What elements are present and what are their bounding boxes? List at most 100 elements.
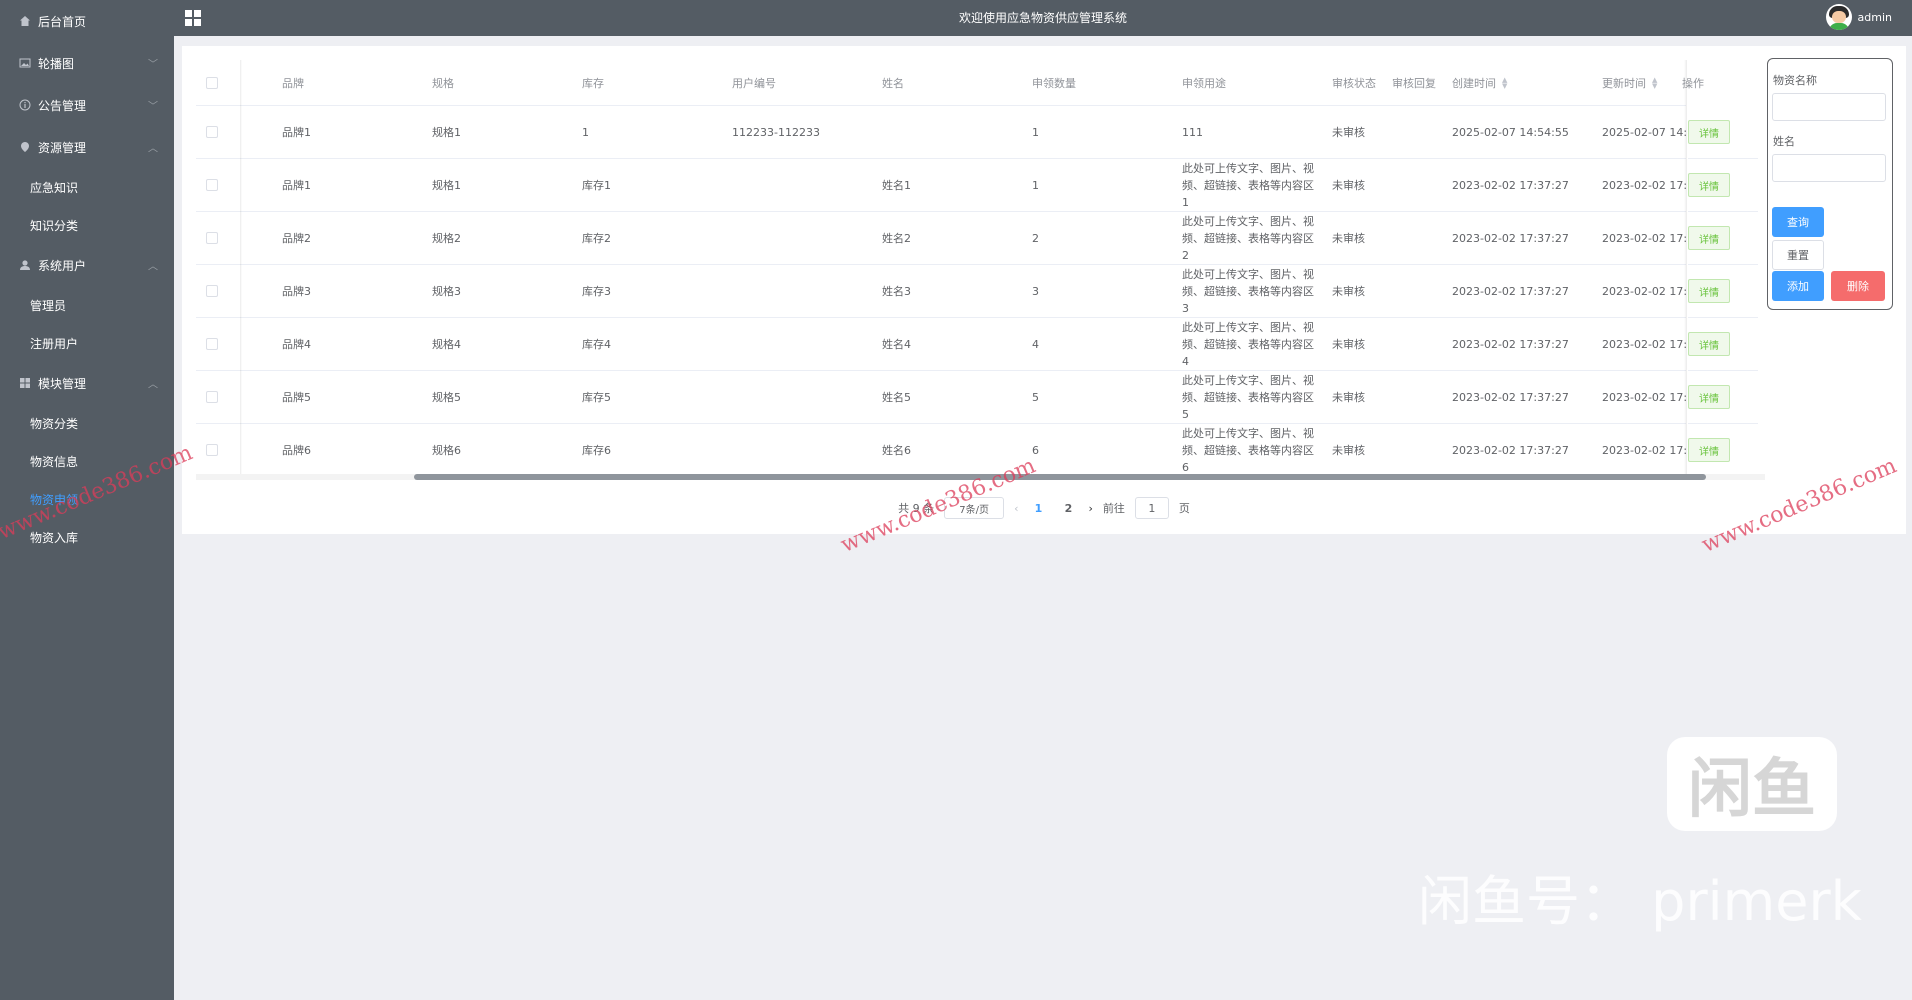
detail-button[interactable]: 详情 <box>1688 173 1730 197</box>
image-icon <box>18 56 32 70</box>
avatar <box>1825 4 1852 30</box>
sidebar-item-label: 轮播图 <box>38 56 75 71</box>
cell-reply <box>1392 159 1452 211</box>
prev-page-icon[interactable]: ‹ <box>1014 502 1018 515</box>
sidebar-item-4[interactable]: 系统用户 ︿ <box>0 244 174 286</box>
table-row: 品牌6 规格6 库存6 姓名6 6 此处可上传文字、图片、视频、超链接、表格等内容区6 未审… <box>196 424 1765 477</box>
page-number-1[interactable]: 1 <box>1029 502 1049 515</box>
header-created[interactable]: 创建时间 ▲ ▼ <box>1452 60 1582 105</box>
grid-icon <box>18 376 32 390</box>
row-checkbox[interactable] <box>206 318 236 370</box>
actions-cell: 详情 <box>1688 424 1758 477</box>
detail-button[interactable]: 详情 <box>1688 332 1730 356</box>
cell-created: 2023-02-02 17:37:27 <box>1452 390 1569 404</box>
cell-spec: 规格2 <box>432 232 461 245</box>
cell-user-no <box>732 371 862 423</box>
cell-qty: 5 <box>1032 390 1039 404</box>
row-checkbox[interactable] <box>206 265 236 317</box>
cell-spec: 规格3 <box>432 285 461 298</box>
cell-purpose: 111 <box>1182 125 1203 139</box>
row-checkbox[interactable] <box>206 212 236 264</box>
row-checkbox[interactable] <box>206 424 236 476</box>
cell-reply <box>1392 318 1452 370</box>
table-row: 品牌1 规格1 库存1 姓名1 1 此处可上传文字、图片、视频、超链接、表格等内容区1 未审… <box>196 159 1765 212</box>
cell-status: 未审核 <box>1332 179 1365 192</box>
table-row: 品牌1 规格1 1 112233-112233 1 111 未审核 2025-02-07 14… <box>196 106 1765 159</box>
cell-status: 未审核 <box>1332 444 1365 457</box>
row-checkbox[interactable] <box>206 371 236 423</box>
sort-caret-icon[interactable]: ▲ ▼ <box>1652 76 1657 89</box>
cell-name: 姓名1 <box>882 179 911 192</box>
header-updated-label: 更新时间 <box>1602 76 1646 90</box>
chevron-up-icon: ︿ <box>148 143 158 155</box>
cell-updated: 2023-02-02 17: <box>1602 337 1686 351</box>
sidebar-subitem[interactable]: 管理员 <box>0 286 174 324</box>
cell-stock: 库存6 <box>582 444 611 457</box>
page-number-2[interactable]: 2 <box>1059 502 1079 515</box>
cell-qty: 1 <box>1032 125 1039 139</box>
header-updated[interactable]: 更新时间 ▲ ▼ <box>1602 60 1686 105</box>
chevron-down-icon: ﹀ <box>148 59 158 71</box>
chevron-up-icon: ︿ <box>148 261 158 273</box>
cell-reply <box>1392 424 1452 476</box>
sidebar-item-0[interactable]: 后台首页 <box>0 0 174 42</box>
detail-button[interactable]: 详情 <box>1688 226 1730 250</box>
detail-button[interactable]: 详情 <box>1688 438 1730 462</box>
cell-created: 2025-02-07 14:54:55 <box>1452 125 1569 139</box>
sidebar-item-1[interactable]: 轮播图 ﹀ <box>0 42 174 84</box>
home-icon <box>18 14 32 28</box>
cell-purpose: 此处可上传文字、图片、视频、超链接、表格等内容区6 <box>1182 426 1314 474</box>
row-checkbox[interactable] <box>206 159 236 211</box>
cell-spec: 规格1 <box>432 179 461 192</box>
cell-purpose: 此处可上传文字、图片、视频、超链接、表格等内容区5 <box>1182 373 1314 421</box>
goto-page-input[interactable]: 1 <box>1134 497 1169 519</box>
next-page-icon[interactable]: › <box>1089 502 1093 515</box>
scrollbar-thumb[interactable] <box>414 474 1706 480</box>
sidebar-subitem[interactable]: 知识分类 <box>0 206 174 244</box>
cell-user-no <box>732 159 862 211</box>
row-checkbox[interactable] <box>206 106 236 158</box>
sidebar-subitem[interactable]: 物资分类 <box>0 404 174 442</box>
detail-button[interactable]: 详情 <box>1688 385 1730 409</box>
table-row: 品牌4 规格4 库存4 姓名4 4 此处可上传文字、图片、视频、超链接、表格等内容区4 未审… <box>196 318 1765 371</box>
cell-updated: 2023-02-02 17: <box>1602 284 1686 298</box>
user-icon <box>18 258 32 272</box>
cell-status: 未审核 <box>1332 232 1365 245</box>
sidebar-item-5[interactable]: 模块管理 ︿ <box>0 362 174 404</box>
cell-reply <box>1392 265 1452 317</box>
add-button[interactable]: 添加 <box>1772 271 1824 301</box>
cell-spec: 规格6 <box>432 444 461 457</box>
cell-spec: 规格4 <box>432 338 461 351</box>
cell-qty: 3 <box>1032 284 1039 298</box>
reset-button[interactable]: 重置 <box>1772 240 1824 270</box>
table-row: 品牌5 规格5 库存5 姓名5 5 此处可上传文字、图片、视频、超链接、表格等内容区5 未审… <box>196 371 1765 424</box>
cell-name: 姓名3 <box>882 285 911 298</box>
location-icon <box>18 140 32 154</box>
sidebar-item-3[interactable]: 资源管理 ︿ <box>0 126 174 168</box>
name-input[interactable] <box>1772 154 1886 182</box>
goto-page-value: 1 <box>1148 501 1156 515</box>
sidebar-item-2[interactable]: 公告管理 ﹀ <box>0 84 174 126</box>
sidebar-subitem[interactable]: 应急知识 <box>0 168 174 206</box>
detail-button[interactable]: 详情 <box>1688 279 1730 303</box>
sort-caret-icon[interactable]: ▲ ▼ <box>1502 76 1507 89</box>
goto-label: 前往 <box>1102 502 1125 515</box>
select-all-checkbox[interactable] <box>206 60 236 105</box>
delete-button[interactable]: 删除 <box>1831 271 1885 301</box>
cell-stock: 库存5 <box>582 391 611 404</box>
cell-stock: 库存4 <box>582 338 611 351</box>
detail-button[interactable]: 详情 <box>1688 120 1730 144</box>
material-name-input[interactable] <box>1772 93 1886 121</box>
cell-reply <box>1392 212 1452 264</box>
cell-purpose: 此处可上传文字、图片、视频、超链接、表格等内容区2 <box>1182 214 1314 262</box>
cell-user-no <box>732 212 862 264</box>
user-menu[interactable]: admin <box>1825 4 1892 30</box>
cell-status: 未审核 <box>1332 338 1365 351</box>
cell-brand: 品牌4 <box>282 338 311 351</box>
table-row: 品牌3 规格3 库存3 姓名3 3 此处可上传文字、图片、视频、超链接、表格等内容区3 未审… <box>196 265 1765 318</box>
sidebar-subitem[interactable]: 注册用户 <box>0 324 174 362</box>
query-button[interactable]: 查询 <box>1772 207 1824 237</box>
header-name: 姓名 <box>882 76 904 90</box>
username: admin <box>1857 10 1892 24</box>
cell-user-no <box>732 424 862 476</box>
